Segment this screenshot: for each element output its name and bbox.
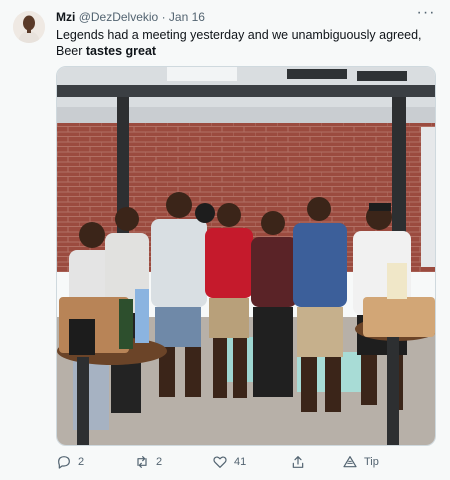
more-options-button[interactable]: ··· xyxy=(416,4,436,24)
reply-count: 2 xyxy=(78,456,85,468)
tip-button[interactable]: Tip xyxy=(342,452,379,472)
avatar-image xyxy=(13,11,45,43)
share-icon xyxy=(292,456,304,468)
group-photo-image xyxy=(57,67,435,445)
author-handle[interactable]: @DezDelvekio xyxy=(79,10,159,24)
tweet-text-line2-prefix: Beer xyxy=(56,44,86,58)
tweet-actions: 2 2 41 Tip xyxy=(56,452,426,472)
reply-icon xyxy=(58,456,70,469)
tweet-text-line2: Beer tastes great xyxy=(56,43,426,59)
tweet-text: Legends had a meeting yesterday and we u… xyxy=(56,27,426,59)
avatar[interactable] xyxy=(13,11,45,43)
tweet-date[interactable]: Jan 16 xyxy=(169,10,205,24)
retweet-button[interactable]: 2 xyxy=(134,452,162,472)
header-separator: · xyxy=(161,10,166,24)
tweet-header: Mzi @DezDelvekio · Jan 16 xyxy=(56,10,205,25)
heart-icon xyxy=(213,456,227,468)
author-name[interactable]: Mzi xyxy=(56,10,75,24)
tip-label: Tip xyxy=(364,456,379,468)
tweet[interactable]: Mzi @DezDelvekio · Jan 16 ··· Legends ha… xyxy=(0,0,450,480)
like-count: 41 xyxy=(234,456,247,468)
tweet-photo[interactable] xyxy=(56,66,436,446)
tip-icon xyxy=(343,456,357,468)
tweet-text-line1: Legends had a meeting yesterday and we u… xyxy=(56,28,422,42)
like-button[interactable]: 41 xyxy=(212,452,246,472)
tweet-text-bold: tastes great xyxy=(85,44,157,58)
retweet-icon xyxy=(137,456,147,468)
more-icon: ··· xyxy=(416,4,436,21)
share-button[interactable] xyxy=(290,452,306,472)
reply-button[interactable]: 2 xyxy=(56,452,84,472)
retweet-count: 2 xyxy=(156,456,163,468)
